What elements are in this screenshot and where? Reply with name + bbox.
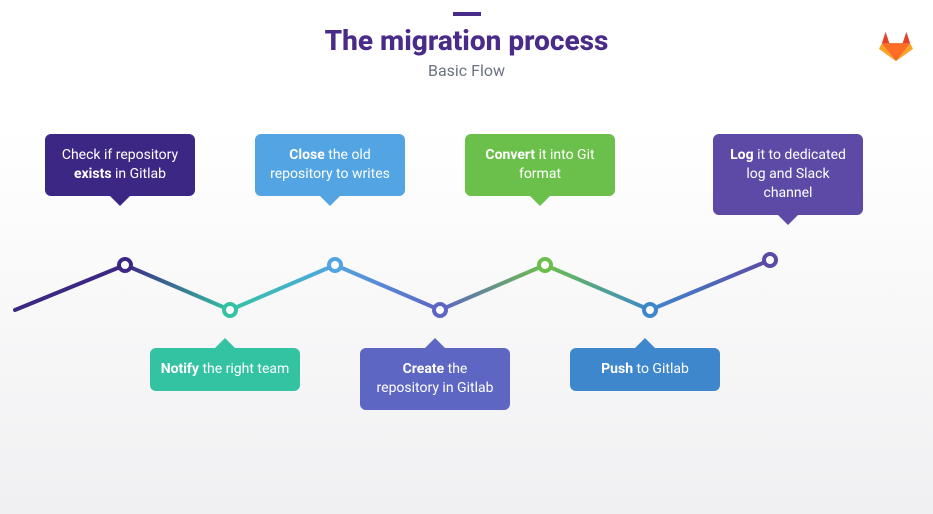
step-card: Create the repository in Gitlab xyxy=(360,348,510,410)
step-card: Log it to dedicated log and Slack channe… xyxy=(713,134,863,215)
step-card: Check if repository exists in Gitlab xyxy=(45,134,195,196)
step-label: Push to Gitlab xyxy=(601,361,689,377)
step-label: Convert it into Git format xyxy=(485,147,594,182)
step-card: Convert it into Git format xyxy=(465,134,615,196)
flow-node xyxy=(762,252,778,268)
step-label: Log it to dedicated log and Slack channe… xyxy=(730,147,846,201)
step-label: Notify the right team xyxy=(161,361,290,377)
flow-node xyxy=(537,257,553,273)
step-card: Close the old repository to writes xyxy=(255,134,405,196)
step-card: Push to Gitlab xyxy=(570,348,720,391)
flow-node xyxy=(432,302,448,318)
step-label: Create the repository in Gitlab xyxy=(377,361,494,396)
step-label: Close the old repository to writes xyxy=(270,147,390,182)
flow-stage: Check if repository exists in Gitlab Noti… xyxy=(0,110,933,490)
title-accent xyxy=(453,12,481,16)
flow-node xyxy=(327,257,343,273)
flow-node xyxy=(117,257,133,273)
flow-node xyxy=(222,302,238,318)
flow-node xyxy=(642,302,658,318)
gitlab-logo-icon xyxy=(879,30,913,62)
step-label: Check if repository exists in Gitlab xyxy=(62,147,178,182)
step-card: Notify the right team xyxy=(150,348,300,391)
page-subtitle: Basic Flow xyxy=(0,61,933,80)
page-title: The migration process xyxy=(0,24,933,57)
